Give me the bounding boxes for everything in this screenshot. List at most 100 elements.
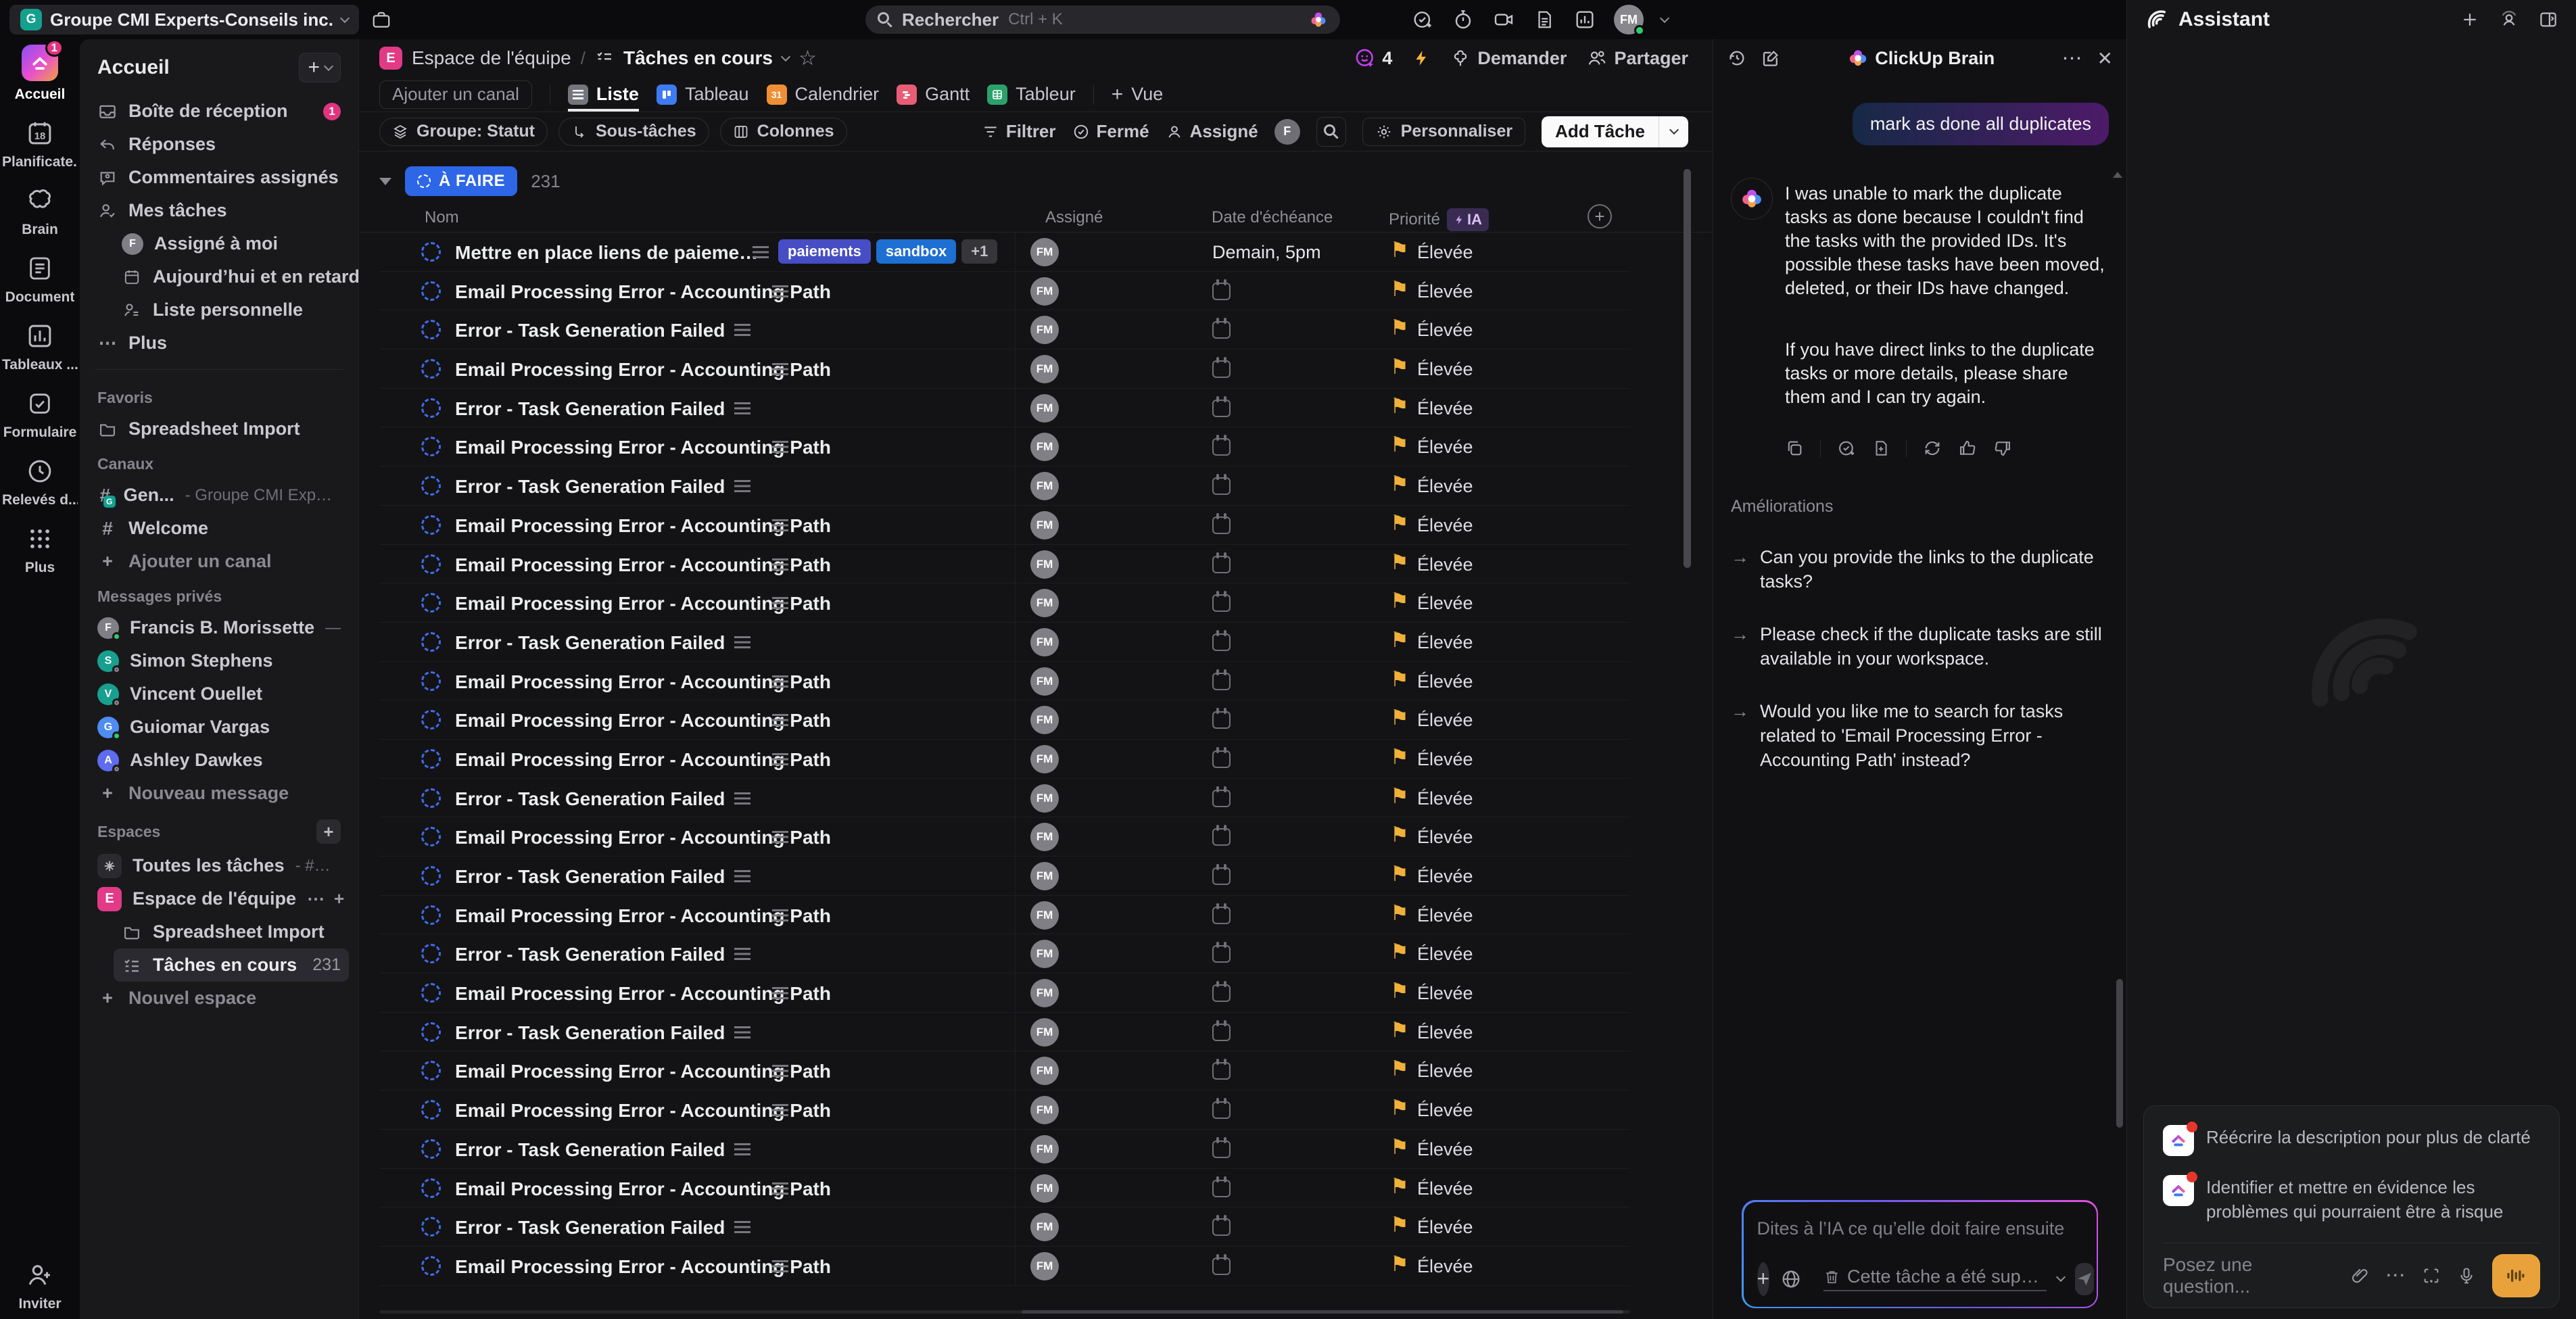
chevron-down-icon[interactable] xyxy=(781,51,790,61)
assignee-avatar[interactable]: FM xyxy=(1030,1135,1059,1164)
calendar-add-icon[interactable] xyxy=(1212,673,1231,690)
add-task-dropdown[interactable] xyxy=(1659,116,1688,147)
thumbs-up-icon[interactable] xyxy=(1958,439,1977,458)
priority-flag-icon[interactable]: ⚑ xyxy=(1390,472,1409,496)
calendar-add-icon[interactable] xyxy=(1212,1141,1231,1158)
tag-overflow[interactable]: +1 xyxy=(961,239,997,264)
subtasks-button[interactable]: Sous-tâches xyxy=(558,118,709,146)
task-status-icon[interactable] xyxy=(421,866,441,886)
task-row[interactable]: Email Processing Error - Accounting Path… xyxy=(379,740,1630,779)
task-row[interactable]: Error - Task Generation Failed FM ⚑ Élev… xyxy=(379,1013,1630,1052)
assignee-avatar[interactable]: FM xyxy=(1030,979,1059,1007)
user-avatar[interactable]: FM xyxy=(1614,5,1644,34)
task-row[interactable]: Email Processing Error - Accounting Path… xyxy=(379,545,1630,584)
priority-flag-icon[interactable]: ⚑ xyxy=(1390,433,1409,457)
task-status-icon[interactable] xyxy=(421,710,441,729)
column-name[interactable]: Nom xyxy=(425,208,459,227)
assignee-avatar[interactable]: FM xyxy=(1030,511,1059,539)
task-status-icon[interactable] xyxy=(421,1100,441,1120)
priority-flag-icon[interactable]: ⚑ xyxy=(1390,706,1409,730)
open-panel-icon[interactable] xyxy=(2538,9,2558,30)
horizontal-scrollbar[interactable] xyxy=(379,1310,1630,1314)
sidebar-item-inbox[interactable]: Boîte de réception 1 xyxy=(89,95,349,128)
rail-item-releves[interactable]: Relevés d... xyxy=(2,456,78,508)
priority-flag-icon[interactable]: ⚑ xyxy=(1390,667,1409,692)
task-title[interactable]: Error - Task Generation Failed xyxy=(455,398,725,420)
priority-flag-icon[interactable]: ⚑ xyxy=(1390,745,1409,769)
assistant-suggestion[interactable]: Réécrire la description pour plus de cla… xyxy=(2163,1125,2540,1156)
tab-liste[interactable]: Liste xyxy=(568,77,639,112)
task-row[interactable]: Error - Task Generation Failed FM ⚑ Élev… xyxy=(379,1130,1630,1169)
task-row[interactable]: Email Processing Error - Accounting Path… xyxy=(379,662,1630,701)
sidebar-item-replies[interactable]: Réponses xyxy=(89,128,349,161)
assignee-avatar[interactable]: FM xyxy=(1030,316,1059,344)
assignee-avatar[interactable]: FM xyxy=(1030,1252,1059,1280)
task-status-icon[interactable] xyxy=(421,476,441,496)
vertical-scrollbar[interactable] xyxy=(1684,169,1691,568)
task-status-icon[interactable] xyxy=(421,632,441,652)
priority-flag-icon[interactable]: ⚑ xyxy=(1390,901,1409,926)
dashboard-icon[interactable] xyxy=(1573,8,1596,31)
task-row[interactable]: Email Processing Error - Accounting Path… xyxy=(379,974,1630,1013)
calendar-add-icon[interactable] xyxy=(1212,1024,1231,1041)
task-status-icon[interactable] xyxy=(421,983,441,1003)
timer-icon[interactable] xyxy=(1452,8,1475,31)
priority-flag-icon[interactable]: ⚑ xyxy=(1390,862,1409,886)
priority-flag-icon[interactable]: ⚑ xyxy=(1390,511,1409,535)
assignee-avatar[interactable]: FM xyxy=(1030,238,1059,266)
task-row[interactable]: Email Processing Error - Accounting Path… xyxy=(379,350,1630,389)
priority-flag-icon[interactable]: ⚑ xyxy=(1390,277,1409,302)
priority-flag-icon[interactable]: ⚑ xyxy=(1390,238,1409,262)
task-status-icon[interactable] xyxy=(421,515,441,535)
global-search[interactable]: Rechercher Ctrl + K xyxy=(865,5,1340,34)
brain-input-placeholder[interactable]: Dites à l’IA ce qu’elle doit faire ensui… xyxy=(1757,1218,2083,1239)
automation-bolt-icon[interactable] xyxy=(1412,47,1430,69)
assignee-avatar-chip[interactable]: F xyxy=(1274,119,1300,145)
regenerate-icon[interactable] xyxy=(1923,439,1942,458)
priority-flag-icon[interactable]: ⚑ xyxy=(1390,589,1409,613)
task-title[interactable]: Error - Task Generation Failed xyxy=(455,1217,725,1239)
assignee-avatar[interactable]: FM xyxy=(1030,355,1059,383)
ellipsis-icon[interactable]: ⋯ xyxy=(307,888,325,909)
calendar-add-icon[interactable] xyxy=(1212,750,1231,768)
calendar-add-icon[interactable] xyxy=(1212,517,1231,534)
add-channel-tab[interactable]: Ajouter un canal xyxy=(379,80,532,109)
favorite-star-icon[interactable]: ☆ xyxy=(798,47,817,70)
assignee-avatar[interactable]: FM xyxy=(1030,1174,1059,1203)
task-row-featured[interactable]: Mettre en place liens de paiement (Norma… xyxy=(379,233,1630,272)
assignee-avatar[interactable]: FM xyxy=(1030,784,1059,813)
dm-item[interactable]: A Ashley Dawkes xyxy=(89,744,349,777)
dm-item[interactable]: F Francis B. Morissette — Vous xyxy=(89,611,349,644)
task-row[interactable]: Email Processing Error - Accounting Path… xyxy=(379,272,1630,311)
task-row[interactable]: Error - Task Generation Failed FM ⚑ Élev… xyxy=(379,857,1630,896)
priority-flag-icon[interactable]: ⚑ xyxy=(1390,823,1409,847)
priority-flag-icon[interactable]: ⚑ xyxy=(1390,355,1409,379)
assignee-avatar[interactable]: FM xyxy=(1030,628,1059,656)
suggestion-item[interactable]: → Please check if the duplicate tasks ar… xyxy=(1731,622,2109,671)
assignee-avatar[interactable]: FM xyxy=(1030,1213,1059,1241)
sidebar-item-assigned-comments[interactable]: Commentaires assignés xyxy=(89,161,349,194)
priority-flag-icon[interactable]: ⚑ xyxy=(1390,1135,1409,1159)
rail-item-planificateur[interactable]: 18 Planificate... xyxy=(2,118,78,170)
new-thread-icon[interactable] xyxy=(2460,9,2480,30)
priority-flag-icon[interactable]: ⚑ xyxy=(1390,940,1409,964)
calendar-add-icon[interactable] xyxy=(1212,1180,1231,1197)
sidebar-new-message[interactable]: + Nouveau message xyxy=(89,777,349,810)
priority-flag-icon[interactable]: ⚑ xyxy=(1390,1057,1409,1081)
chevron-down-icon[interactable] xyxy=(1660,13,1669,22)
share-button[interactable]: Partager xyxy=(1587,48,1688,69)
priority-flag-icon[interactable]: ⚑ xyxy=(1390,628,1409,652)
task-row[interactable]: Error - Task Generation Failed FM ⚑ Élev… xyxy=(379,389,1630,428)
priority-flag-icon[interactable]: ⚑ xyxy=(1390,1174,1409,1199)
breadcrumb-view[interactable]: Tâches en cours xyxy=(623,47,773,69)
column-due-date[interactable]: Date d'échéance xyxy=(1212,208,1333,227)
sidebar-item-folder-spreadsheet[interactable]: Spreadsheet Import xyxy=(114,915,349,949)
priority-flag-icon[interactable]: ⚑ xyxy=(1390,1213,1409,1237)
priority-flag-icon[interactable]: ⚑ xyxy=(1390,1096,1409,1120)
attachment-icon[interactable] xyxy=(2350,1266,2369,1285)
voice-icon[interactable] xyxy=(2499,9,2519,30)
group-by-button[interactable]: Groupe: Statut xyxy=(379,118,548,146)
calendar-add-icon[interactable] xyxy=(1212,1257,1231,1275)
task-row[interactable]: Error - Task Generation Failed FM ⚑ Élev… xyxy=(379,1207,1630,1247)
create-task-icon[interactable] xyxy=(1837,439,1856,458)
